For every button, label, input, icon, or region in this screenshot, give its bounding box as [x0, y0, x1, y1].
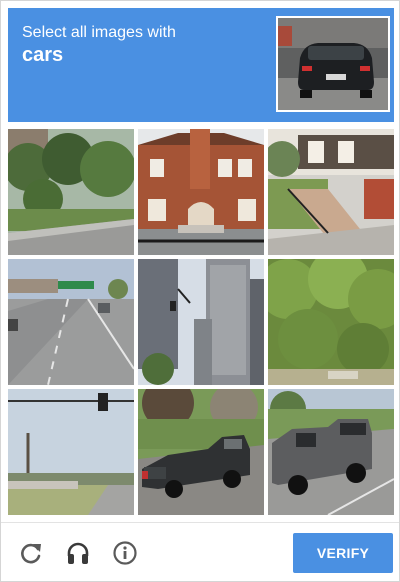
- image-tile-7[interactable]: [8, 389, 134, 515]
- image-tile-5[interactable]: [138, 259, 264, 385]
- headphones-icon[interactable]: [65, 540, 91, 566]
- image-tile-3[interactable]: [268, 129, 394, 255]
- challenge-header: Select all images with cars: [8, 8, 394, 122]
- image-tile-2[interactable]: [138, 129, 264, 255]
- captcha-footer: VERIFY: [1, 522, 399, 582]
- image-tile-6[interactable]: [268, 259, 394, 385]
- challenge-instruction: Select all images with: [22, 24, 176, 41]
- challenge-target: cars: [22, 44, 64, 66]
- sample-image: [276, 16, 390, 112]
- verify-button[interactable]: VERIFY: [293, 533, 393, 573]
- image-grid: [8, 129, 394, 515]
- info-icon[interactable]: [112, 540, 138, 566]
- image-tile-9[interactable]: [268, 389, 394, 515]
- image-tile-8[interactable]: [138, 389, 264, 515]
- image-tile-1[interactable]: [8, 129, 134, 255]
- reload-icon[interactable]: [18, 540, 44, 566]
- image-tile-4[interactable]: [8, 259, 134, 385]
- captcha-frame: Select all images with cars VERIFY: [0, 0, 400, 582]
